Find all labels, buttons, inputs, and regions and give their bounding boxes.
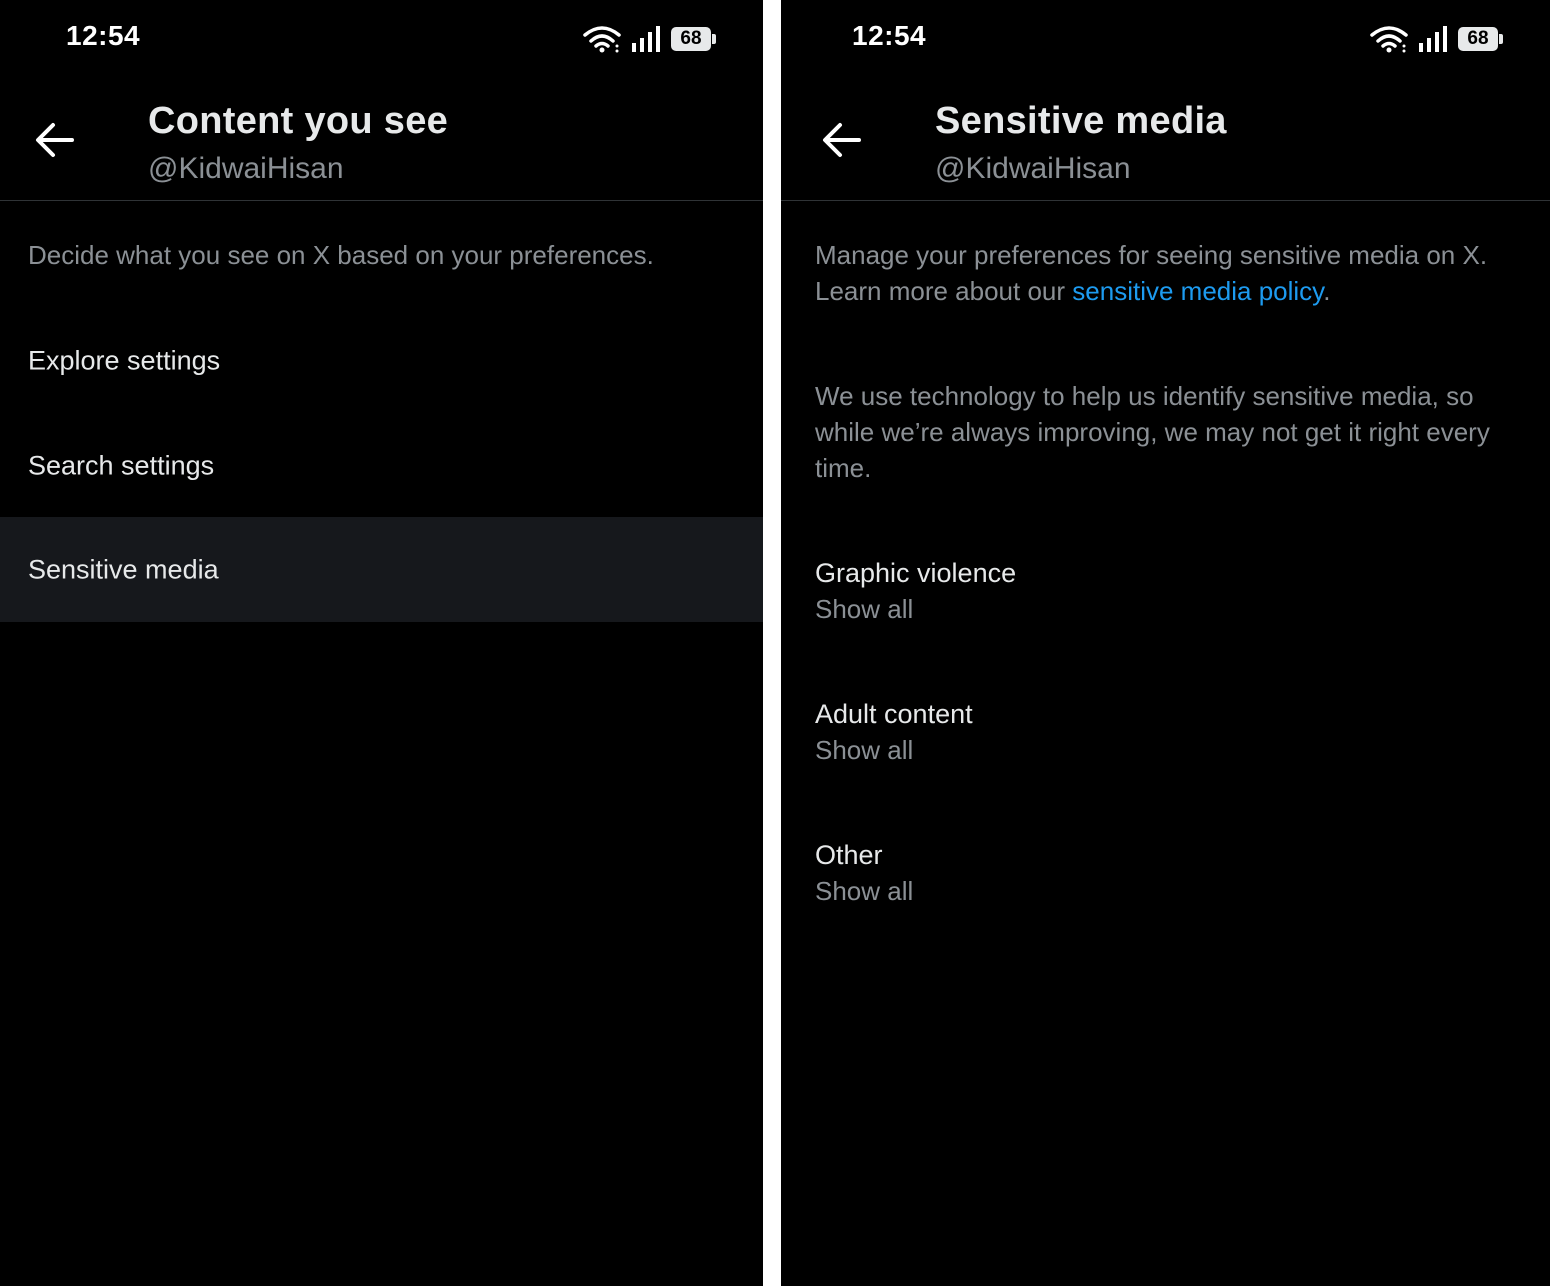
status-icons: 68 <box>583 24 716 54</box>
technology-disclaimer: We use technology to help us identify se… <box>815 381 1490 483</box>
other-title: Other <box>815 840 883 870</box>
arrow-left-icon <box>36 123 74 157</box>
page-title: Content you see <box>148 100 449 142</box>
back-button[interactable] <box>30 116 78 164</box>
wifi-icon <box>583 24 621 54</box>
explore-settings-label: Explore settings <box>28 345 221 375</box>
status-time: 12:54 <box>852 20 927 51</box>
back-button[interactable] <box>817 116 865 164</box>
adult-content-setting[interactable]: Adult content Show all <box>781 685 1550 795</box>
page-description: Decide what you see on X based on your p… <box>28 240 654 270</box>
adult-content-value: Show all <box>815 735 914 765</box>
wifi-icon <box>1370 24 1408 54</box>
page-description: Manage your preferences for seeing sensi… <box>815 237 1520 309</box>
sensitive-media-item[interactable]: Sensitive media <box>0 517 763 622</box>
description-period: . <box>1323 276 1331 306</box>
sensitive-media-label: Sensitive media <box>28 554 219 584</box>
status-time: 12:54 <box>66 20 141 51</box>
status-icons: 68 <box>1370 24 1503 54</box>
graphic-violence-value: Show all <box>815 594 914 624</box>
status-bar: 12:54 68 <box>781 0 1550 80</box>
other-value: Show all <box>815 876 914 906</box>
header: Sensitive media @KidwaiHisan <box>781 80 1550 201</box>
signal-icon <box>1418 25 1448 53</box>
battery-icon: 68 <box>671 27 716 51</box>
account-handle: @KidwaiHisan <box>148 152 344 185</box>
content-you-see-screen: 12:54 68 Content you see @KidwaiHisan De… <box>0 0 763 1286</box>
adult-content-title: Adult content <box>815 699 973 729</box>
signal-icon <box>631 25 661 53</box>
graphic-violence-title: Graphic violence <box>815 558 1017 588</box>
sensitive-media-policy-link[interactable]: sensitive media policy <box>1072 276 1323 306</box>
other-setting[interactable]: Other Show all <box>781 826 1550 936</box>
page-title: Sensitive media <box>935 100 1227 142</box>
account-handle: @KidwaiHisan <box>935 152 1131 185</box>
search-settings-label: Search settings <box>28 450 215 480</box>
battery-icon: 68 <box>1458 27 1503 51</box>
search-settings-item[interactable]: Search settings <box>0 413 763 518</box>
sensitive-media-screen: 12:54 68 Sensitive media @KidwaiHisan Ma… <box>781 0 1550 1286</box>
header: Content you see @KidwaiHisan <box>0 80 763 201</box>
graphic-violence-setting[interactable]: Graphic violence Show all <box>781 544 1550 654</box>
arrow-left-icon <box>823 123 861 157</box>
status-bar: 12:54 68 <box>0 0 763 80</box>
explore-settings-item[interactable]: Explore settings <box>0 308 763 413</box>
